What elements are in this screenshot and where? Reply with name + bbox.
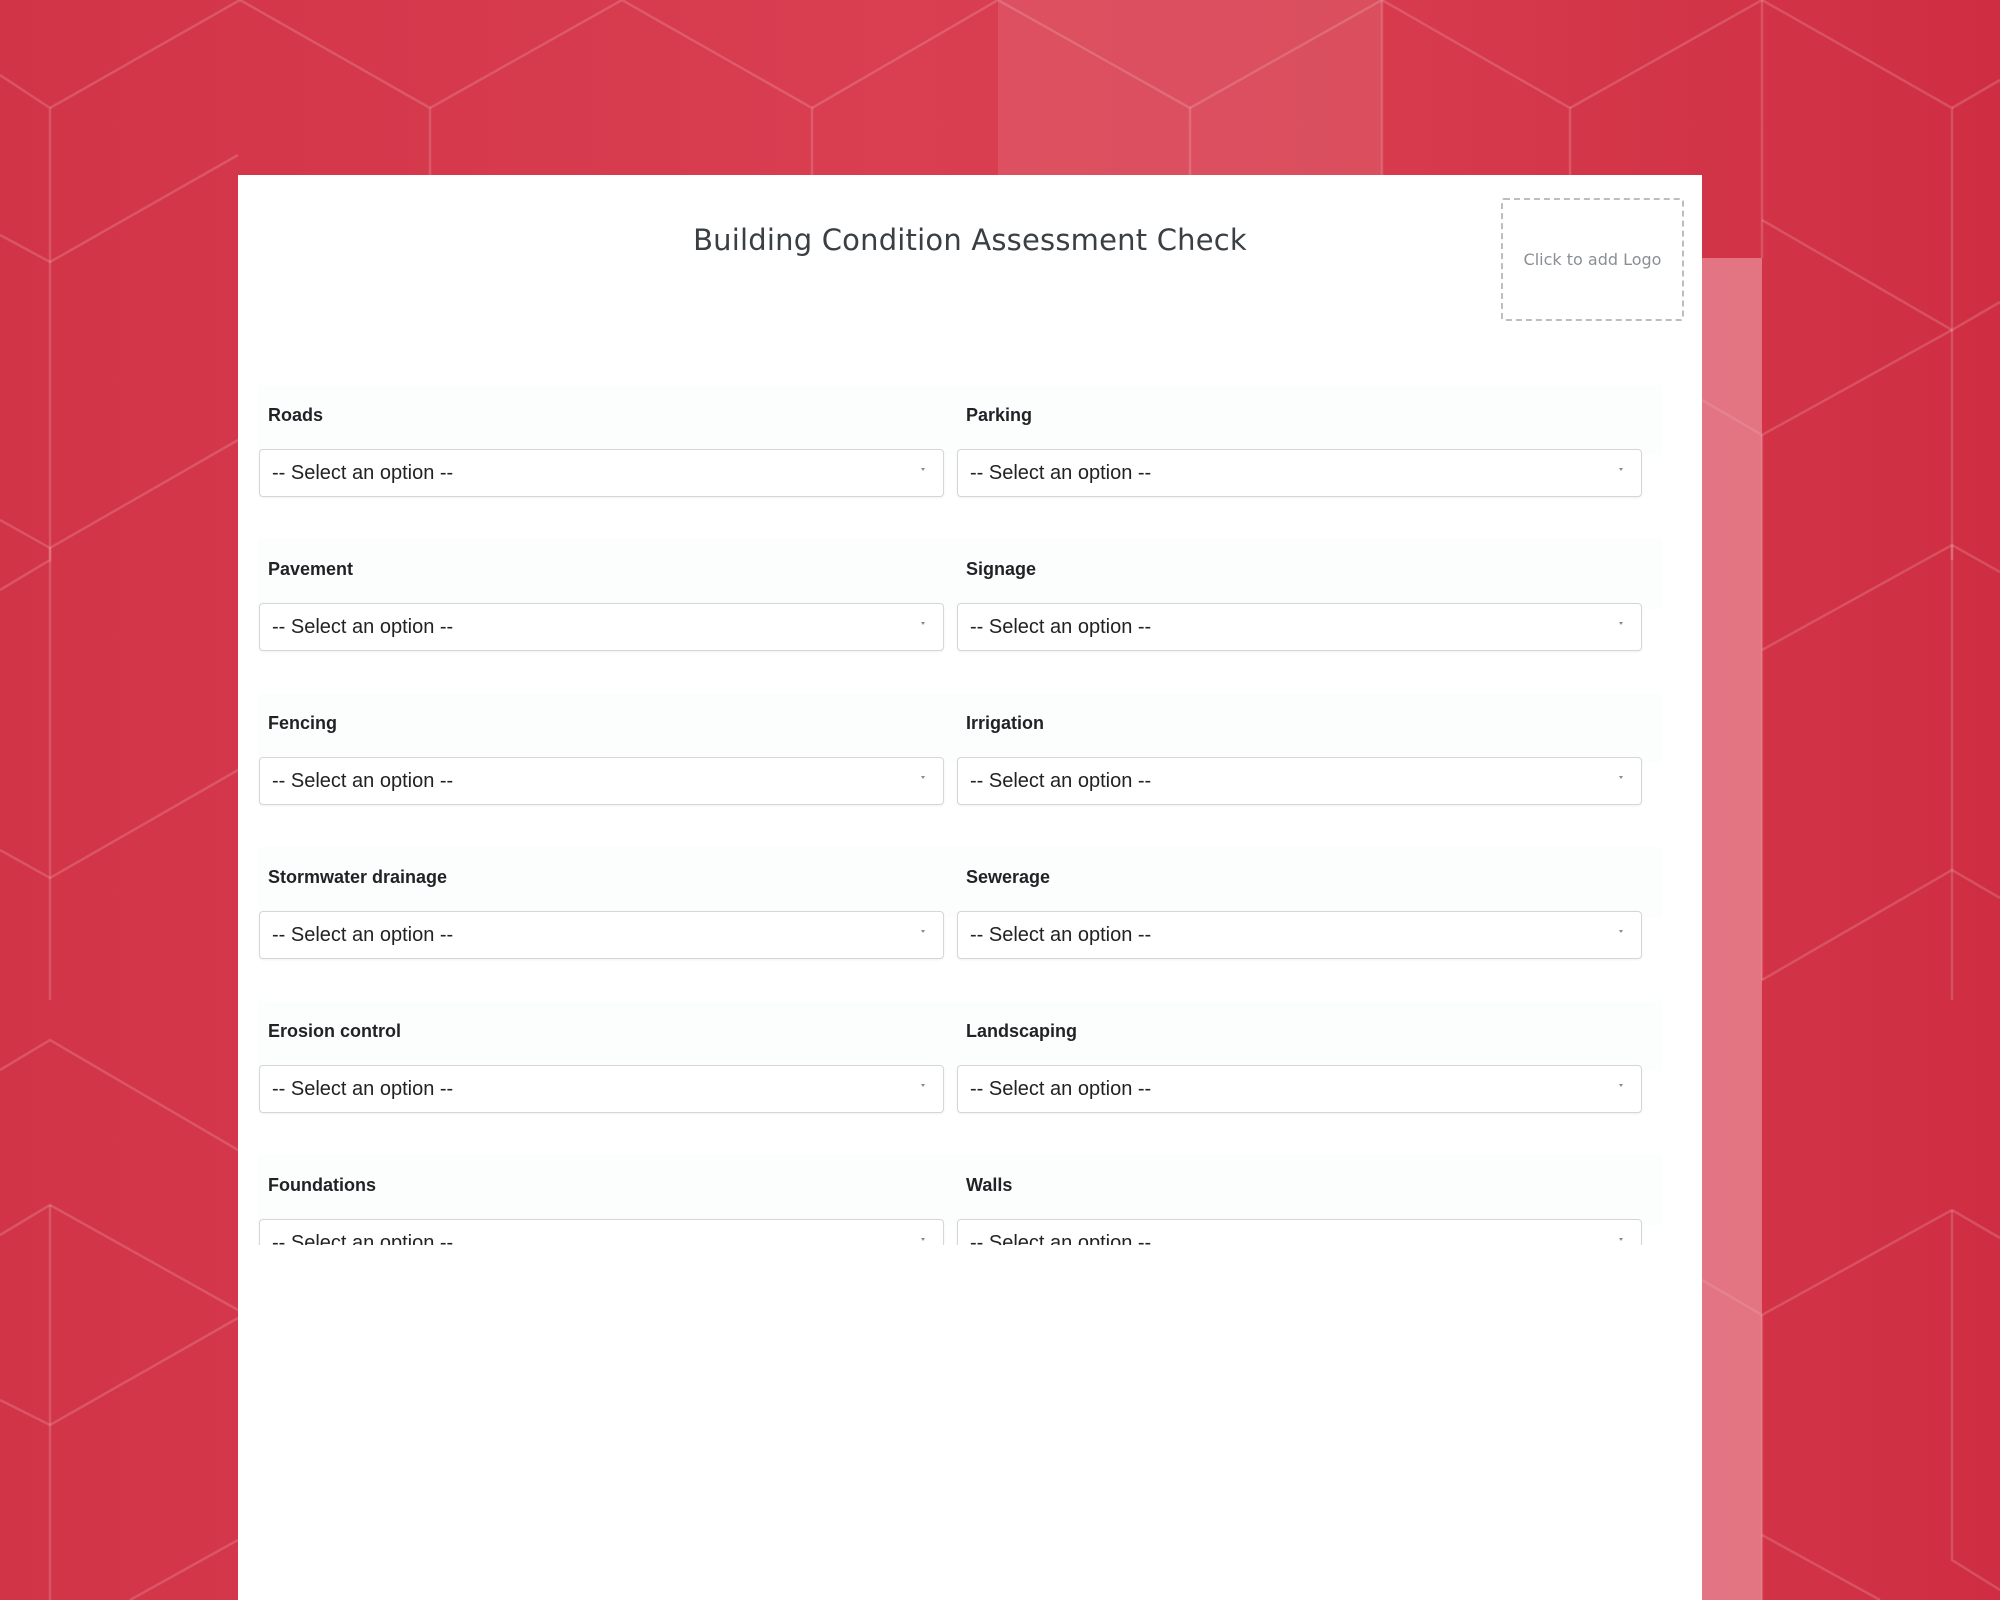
select-value: -- Select an option -- — [272, 924, 454, 946]
field-row: Foundations -- Select an option -- Walls… — [238, 1155, 1702, 1245]
form-card: Building Condition Assessment Check Clic… — [238, 175, 1702, 1600]
field-label: Stormwater drainage — [268, 867, 448, 887]
row-band — [258, 539, 1662, 609]
select-value: -- Select an option -- — [272, 1078, 454, 1100]
field-label: Irrigation — [966, 713, 1045, 733]
chevron-down-icon — [921, 468, 925, 471]
select-value: -- Select an option -- — [970, 1078, 1152, 1100]
select-value: -- Select an option -- — [970, 770, 1152, 792]
select-value: -- Select an option -- — [970, 462, 1152, 484]
chevron-down-icon — [1619, 776, 1623, 779]
chevron-down-icon — [921, 622, 925, 625]
erosion-control-select[interactable]: -- Select an option -- — [259, 1065, 944, 1113]
form-scroll-area[interactable]: Building Condition Assessment Check Clic… — [238, 175, 1702, 1245]
select-value: -- Select an option -- — [970, 924, 1152, 946]
chevron-down-icon — [921, 1238, 925, 1241]
form-title: Building Condition Assessment Check — [693, 223, 1247, 257]
chevron-down-icon — [1619, 1238, 1623, 1241]
chevron-down-icon — [921, 776, 925, 779]
select-value: -- Select an option -- — [272, 616, 454, 638]
select-value: -- Select an option -- — [272, 1232, 454, 1245]
select-value: -- Select an option -- — [272, 770, 454, 792]
landscaping-select[interactable]: -- Select an option -- — [957, 1065, 1642, 1113]
pavement-select[interactable]: -- Select an option -- — [259, 603, 944, 651]
add-logo-button[interactable]: Click to add Logo — [1501, 198, 1684, 321]
field-label: Signage — [966, 559, 1037, 579]
field-label: Erosion control — [268, 1021, 402, 1041]
stormwater-drainage-select[interactable]: -- Select an option -- — [259, 911, 944, 959]
chevron-down-icon — [921, 930, 925, 933]
field-row: Fencing -- Select an option -- Irrigatio… — [238, 693, 1702, 847]
walls-select[interactable]: -- Select an option -- — [957, 1219, 1642, 1245]
chevron-down-icon — [1619, 622, 1623, 625]
field-label: Pavement — [268, 559, 354, 579]
select-value: -- Select an option -- — [970, 616, 1152, 638]
row-band — [258, 1155, 1662, 1225]
row-band — [258, 385, 1662, 455]
row-band — [258, 693, 1662, 763]
field-label: Roads — [268, 405, 324, 425]
field-label: Parking — [966, 405, 1033, 425]
field-row: Pavement -- Select an option -- Signage … — [238, 539, 1702, 693]
chevron-down-icon — [1619, 1084, 1623, 1087]
field-row: Roads -- Select an option -- Parking -- … — [238, 385, 1702, 539]
roads-select[interactable]: -- Select an option -- — [259, 449, 944, 497]
field-row: Stormwater drainage -- Select an option … — [238, 847, 1702, 1001]
field-label: Sewerage — [966, 867, 1051, 887]
row-band — [258, 1001, 1662, 1071]
fencing-select[interactable]: -- Select an option -- — [259, 757, 944, 805]
add-logo-label: Click to add Logo — [1523, 250, 1662, 269]
select-value: -- Select an option -- — [272, 462, 454, 484]
decorative-side-strip — [1702, 258, 1762, 1600]
parking-select[interactable]: -- Select an option -- — [957, 449, 1642, 497]
irrigation-select[interactable]: -- Select an option -- — [957, 757, 1642, 805]
field-label: Landscaping — [966, 1021, 1078, 1041]
chevron-down-icon — [1619, 468, 1623, 471]
select-value: -- Select an option -- — [970, 1232, 1152, 1245]
signage-select[interactable]: -- Select an option -- — [957, 603, 1642, 651]
chevron-down-icon — [1619, 930, 1623, 933]
foundations-select[interactable]: -- Select an option -- — [259, 1219, 944, 1245]
row-band — [258, 847, 1662, 917]
sewerage-select[interactable]: -- Select an option -- — [957, 911, 1642, 959]
field-label: Fencing — [268, 713, 338, 733]
field-label: Walls — [966, 1175, 1013, 1195]
field-label: Foundations — [268, 1175, 376, 1195]
background-highlight-panel — [998, 0, 1382, 175]
chevron-down-icon — [921, 1084, 925, 1087]
field-row: Erosion control -- Select an option -- L… — [238, 1001, 1702, 1155]
